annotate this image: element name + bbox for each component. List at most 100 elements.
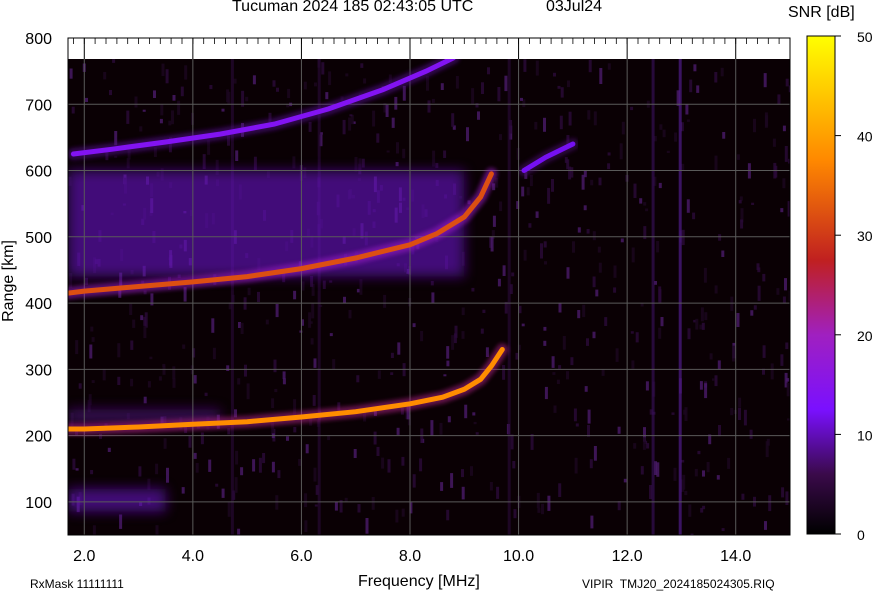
noise-speck <box>327 436 331 441</box>
noise-speck <box>504 75 508 92</box>
noise-speck <box>530 434 534 450</box>
noise-speck <box>451 335 455 350</box>
noise-speck <box>584 386 588 392</box>
noise-speck <box>271 461 275 473</box>
noise-speck <box>348 309 352 319</box>
noise-speck <box>129 303 133 315</box>
noise-speck <box>112 59 116 63</box>
noise-speck <box>633 183 637 198</box>
noise-speck <box>85 97 88 102</box>
colorbar-ticks: 0 10 20 30 40 50 <box>835 29 873 543</box>
noise-speck <box>303 81 307 90</box>
noise-speck <box>402 85 406 101</box>
noise-speck <box>537 507 541 513</box>
noise-speck <box>180 86 184 97</box>
noise-speck <box>686 119 690 122</box>
noise-speck <box>390 352 394 358</box>
noise-speck <box>721 528 725 531</box>
noise-speck <box>685 104 689 115</box>
noise-speck <box>430 420 434 436</box>
noise-speck <box>786 378 790 382</box>
noise-speck <box>631 360 635 369</box>
noise-speck <box>357 504 361 513</box>
noise-speck <box>547 495 551 511</box>
noise-speck <box>582 304 586 318</box>
x-tick-label: 12.0 <box>612 548 643 565</box>
noise-speck <box>155 463 159 475</box>
noise-speck <box>693 64 697 72</box>
noise-speck <box>640 466 644 475</box>
noise-speck <box>699 381 703 390</box>
noise-speck <box>396 427 400 435</box>
noise-speck <box>363 78 367 84</box>
noise-speck <box>171 110 174 125</box>
noise-speck <box>659 124 663 130</box>
noise-speck <box>714 155 718 171</box>
noise-speck <box>592 231 596 241</box>
noise-speck <box>321 62 325 75</box>
noise-speck <box>402 148 406 159</box>
noise-speck <box>502 365 506 380</box>
noise-speck <box>314 504 318 507</box>
noise-speck <box>262 453 266 464</box>
noise-speck <box>492 215 496 227</box>
noise-speck <box>168 120 172 126</box>
noise-speck <box>142 109 146 112</box>
noise-speck <box>573 408 577 422</box>
noise-speck <box>91 337 95 342</box>
noise-speck <box>387 459 391 473</box>
file-label: VIPIR TMJ20_2024185024305.RIQ <box>582 577 775 591</box>
noise-speck <box>738 200 742 204</box>
noise-speck <box>138 466 142 477</box>
noise-speck <box>712 378 715 381</box>
noise-speck <box>172 378 176 388</box>
noise-speck <box>526 187 530 196</box>
noise-speck <box>161 63 165 76</box>
noise-speck <box>361 158 365 168</box>
noise-speck <box>480 328 484 334</box>
noise-speck <box>623 478 627 483</box>
noise-speck <box>193 375 197 384</box>
noise-speck <box>586 229 590 234</box>
noise-speck <box>704 312 708 321</box>
noise-speck <box>183 287 187 302</box>
noise-speck <box>536 492 540 509</box>
noise-speck <box>395 509 399 523</box>
noise-speck <box>551 356 555 368</box>
noise-speck <box>599 68 603 84</box>
noise-speck <box>325 92 329 100</box>
noise-speck <box>72 458 76 470</box>
noise-speck <box>782 178 786 189</box>
noise-speck <box>785 491 789 505</box>
noise-speck <box>496 486 500 499</box>
noise-speck <box>762 345 766 358</box>
noise-speck <box>282 378 286 385</box>
noise-speck <box>784 278 787 291</box>
noise-speck <box>390 372 394 375</box>
noise-speck <box>607 63 611 70</box>
noise-speck <box>470 466 473 476</box>
noise-speck <box>233 78 237 84</box>
noise-speck <box>358 158 362 171</box>
noise-speck <box>311 303 315 319</box>
noise-speck <box>360 63 364 68</box>
noise-speck <box>130 340 134 350</box>
noise-speck <box>356 375 360 383</box>
noise-speck <box>461 331 465 339</box>
noise-speck <box>487 67 490 75</box>
noise-speck <box>643 202 647 206</box>
noise-speck <box>784 146 788 162</box>
noise-speck <box>344 497 348 502</box>
noise-speck <box>686 199 690 213</box>
noise-speck <box>607 152 611 156</box>
noise-speck <box>371 497 375 510</box>
noise-speck <box>753 305 757 310</box>
noise-speck <box>349 114 353 117</box>
noise-speck <box>237 528 241 535</box>
noise-speck <box>543 326 547 331</box>
noise-speck <box>630 331 634 334</box>
noise-speck <box>386 150 390 153</box>
noise-speck <box>334 502 338 511</box>
noise-speck <box>543 241 547 248</box>
noise-speck <box>736 313 740 327</box>
